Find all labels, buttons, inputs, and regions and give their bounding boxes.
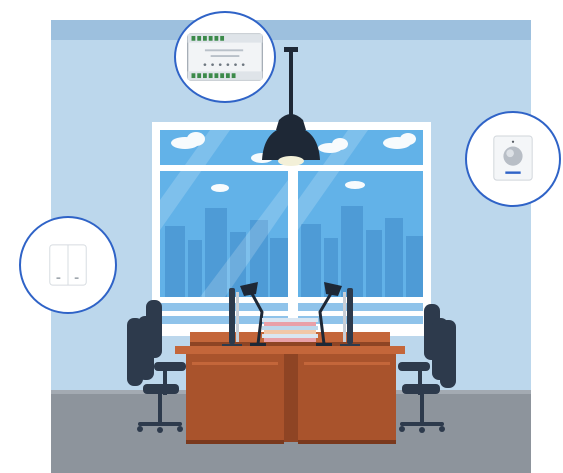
front-desks: [175, 346, 405, 444]
switch-device-callout: [19, 216, 117, 314]
wall-switch-icon: [49, 244, 87, 286]
controller-device-callout: [174, 11, 276, 103]
sensor-device-callout: [465, 111, 561, 207]
book-stacks: [262, 318, 318, 342]
din-rail-controller-icon: [187, 33, 263, 81]
occupancy-sensor-icon: [493, 135, 533, 181]
wall-top-band: [51, 20, 531, 40]
